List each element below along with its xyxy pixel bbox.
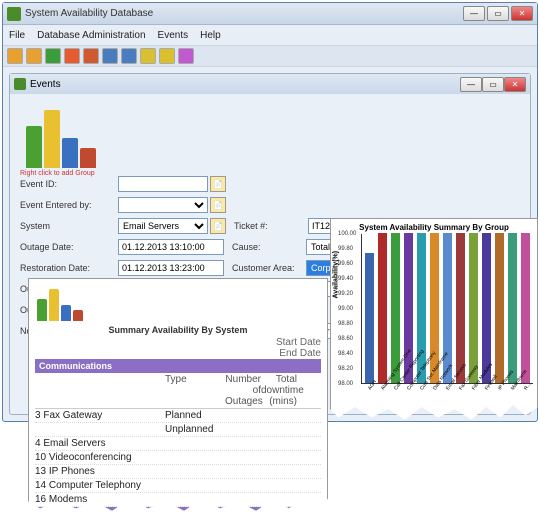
outage-date-label: Outage Date: bbox=[20, 242, 118, 252]
menu-admin[interactable]: Database Administration bbox=[37, 30, 145, 41]
chart-ytick: 99.80 bbox=[338, 246, 353, 252]
entered-by-doc-icon[interactable]: 📄 bbox=[210, 197, 226, 213]
report-row: 14 Computer Telephony bbox=[35, 479, 321, 493]
toolbar-button-2[interactable] bbox=[45, 48, 61, 64]
chart-ytick: 98.20 bbox=[338, 366, 353, 372]
event-id-input[interactable] bbox=[118, 176, 208, 192]
toolbar-button-9[interactable] bbox=[178, 48, 194, 64]
chart-ytick: 99.60 bbox=[338, 261, 353, 267]
chart-title: System Availability Summary By Group bbox=[335, 223, 533, 232]
app-title: System Availability Database bbox=[25, 8, 463, 19]
app-icon bbox=[7, 7, 21, 21]
report-row: 10 Videoconferencing bbox=[35, 451, 321, 465]
chart-bar bbox=[456, 233, 465, 383]
events-icon bbox=[14, 78, 26, 90]
chart-ytick: 98.00 bbox=[338, 381, 353, 387]
chart-window: System Availability Summary By Group Ava… bbox=[330, 218, 538, 428]
events-minimize-button[interactable]: — bbox=[460, 77, 482, 92]
toolbar-button-1[interactable] bbox=[26, 48, 42, 64]
restoration-date-label: Restoration Date: bbox=[20, 263, 118, 273]
area-label: Customer Area: bbox=[232, 263, 306, 273]
outage-date-input[interactable] bbox=[118, 239, 224, 255]
cause-label: Cause: bbox=[232, 242, 306, 252]
toolbar-button-5[interactable] bbox=[102, 48, 118, 64]
event-id-doc-icon[interactable]: 📄 bbox=[210, 176, 226, 192]
minimize-button[interactable]: — bbox=[463, 6, 485, 21]
chart-ytick: 99.20 bbox=[338, 291, 353, 297]
report-row: 3 Fax GatewayPlanned bbox=[35, 409, 321, 423]
chart-ytick: 98.40 bbox=[338, 351, 353, 357]
chart-bar bbox=[365, 253, 374, 384]
system-doc-icon[interactable]: 📄 bbox=[210, 218, 226, 234]
report-section-infra: Infrastructure bbox=[35, 507, 321, 518]
report-section-comm: Communications bbox=[35, 359, 321, 373]
report-title: Summary Availability By System bbox=[35, 325, 321, 335]
toolbar-button-8[interactable] bbox=[159, 48, 175, 64]
chart-bar bbox=[482, 233, 491, 383]
chart-ytick: 99.40 bbox=[338, 276, 353, 282]
entered-by-label: Event Entered by: bbox=[20, 200, 118, 210]
chart-xlabel: R... bbox=[523, 382, 532, 392]
chart-bar bbox=[495, 233, 504, 383]
toolbar-button-4[interactable] bbox=[83, 48, 99, 64]
chart-ytick: 99.00 bbox=[338, 306, 353, 312]
toolbar-button-6[interactable] bbox=[121, 48, 137, 64]
events-titlebar: Events — ▭ ✕ bbox=[10, 74, 530, 94]
events-title: Events bbox=[30, 79, 61, 90]
report-chart-icon bbox=[35, 285, 85, 321]
chart-bar bbox=[521, 233, 530, 383]
toolbar-button-3[interactable] bbox=[64, 48, 80, 64]
report-row: Unplanned bbox=[35, 423, 321, 437]
menubar: File Database Administration Events Help bbox=[3, 25, 537, 45]
report-window: Summary Availability By System Start Dat… bbox=[28, 278, 328, 518]
close-button[interactable]: ✕ bbox=[511, 6, 533, 21]
chart-area: Availability(%) 98.0098.2098.4098.6098.8… bbox=[361, 234, 533, 384]
chart-ytick: 100.00 bbox=[338, 231, 356, 237]
report-row: 4 Email Servers bbox=[35, 437, 321, 451]
menu-file[interactable]: File bbox=[9, 30, 25, 41]
chart-bar bbox=[508, 233, 517, 383]
events-maximize-button[interactable]: ▭ bbox=[482, 77, 504, 92]
toolbar-button-0[interactable] bbox=[7, 48, 23, 64]
menu-help[interactable]: Help bbox=[200, 30, 221, 41]
toolbar bbox=[3, 45, 537, 67]
titlebar: System Availability Database — ▭ ✕ bbox=[3, 3, 537, 25]
maximize-button[interactable]: ▭ bbox=[487, 6, 509, 21]
header-chart-icon bbox=[20, 98, 100, 168]
system-label: System bbox=[20, 221, 118, 231]
event-id-label: Event ID: bbox=[20, 179, 118, 189]
chart-ytick: 98.60 bbox=[338, 336, 353, 342]
menu-events[interactable]: Events bbox=[158, 30, 189, 41]
system-select[interactable]: Email Servers bbox=[118, 218, 208, 234]
report-row: 13 IP Phones bbox=[35, 465, 321, 479]
events-close-button[interactable]: ✕ bbox=[504, 77, 526, 92]
toolbar-button-7[interactable] bbox=[140, 48, 156, 64]
chart-bar bbox=[378, 233, 387, 383]
chart-ytick: 98.80 bbox=[338, 321, 353, 327]
restoration-date-input[interactable] bbox=[118, 260, 224, 276]
report-row: 16 Modems bbox=[35, 493, 321, 507]
entered-by-select[interactable] bbox=[118, 197, 208, 213]
ticket-label: Ticket #: bbox=[234, 221, 308, 231]
chart-bar bbox=[469, 233, 478, 383]
